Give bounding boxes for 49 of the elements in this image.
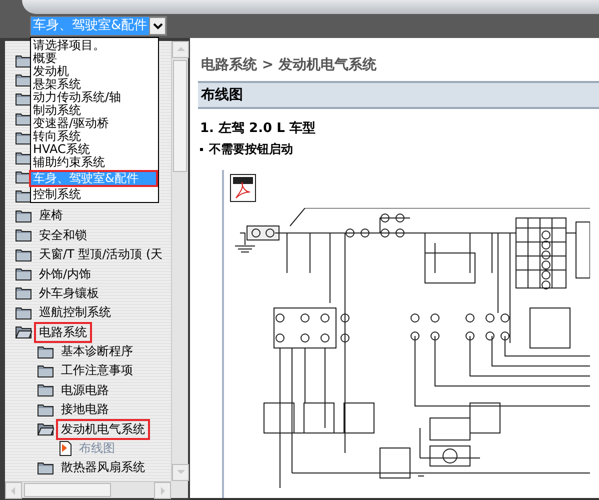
tree-item[interactable]: 电路系统 <box>34 322 92 343</box>
tree-item[interactable]: 基本诊断程序 <box>56 341 138 362</box>
folder-icon <box>15 73 32 88</box>
tree-item[interactable]: 外饰/内饰 <box>34 264 96 284</box>
dropdown-option[interactable]: 概要 <box>31 52 158 65</box>
scroll-right-button[interactable] <box>154 482 171 499</box>
heading: 1. 左驾 2.0 L 车型 <box>200 120 316 137</box>
dropdown-option[interactable]: 悬架系统 <box>31 78 158 91</box>
vertical-scrollbar[interactable] <box>171 41 188 481</box>
dropdown-option[interactable]: 发动机 <box>31 65 158 78</box>
chevron-down-icon <box>152 22 163 30</box>
scroll-down-button[interactable] <box>172 464 189 481</box>
section-title: 布线图 <box>198 81 599 109</box>
tree-item[interactable]: 座椅 <box>34 205 68 226</box>
folder-icon <box>15 150 32 165</box>
folder-icon <box>15 189 32 204</box>
dropdown-option[interactable]: 变速器/驱动桥 <box>31 117 158 130</box>
tree-item[interactable]: 外车身镶板 <box>34 282 104 304</box>
tree-item[interactable]: 安全和锁 <box>34 224 92 246</box>
dropdown-option[interactable]: 转向系统 <box>31 130 158 143</box>
horizontal-scrollbar[interactable] <box>5 481 171 498</box>
tree-item[interactable]: 天窗/T 型顶/活动顶 (天 <box>34 244 168 266</box>
tree-item[interactable]: 散热器风扇系统 <box>56 457 150 478</box>
tree-item[interactable]: 工作注意事项 <box>56 360 138 382</box>
bullet-icon <box>200 148 203 151</box>
tree-item[interactable]: 接地电路 <box>56 399 114 420</box>
dropdown-option[interactable]: 制动系统 <box>31 104 158 117</box>
scroll-up-button[interactable] <box>172 41 189 58</box>
scrollbar-thumb[interactable] <box>173 60 187 172</box>
breadcrumb: 电路系统 > 发动机电气系统 <box>201 56 378 74</box>
scroll-left-button[interactable] <box>5 482 22 499</box>
folder-icon <box>15 92 32 106</box>
folder-icon <box>15 131 32 146</box>
dropdown-button[interactable] <box>149 17 166 35</box>
tree-item[interactable]: 电源电路 <box>56 380 114 401</box>
pdf-icon[interactable] <box>230 174 256 202</box>
tree-item[interactable]: 发动机电气系统 <box>56 418 150 440</box>
folder-icon <box>15 54 32 68</box>
dropdown-option[interactable]: 动力传动系统/轴 <box>31 91 158 104</box>
scrollbar-thumb[interactable] <box>24 483 111 497</box>
dropdown-option[interactable]: 控制系统 <box>31 188 158 201</box>
bullet-text: 不需要按钮启动 <box>209 141 293 158</box>
dropdown-option[interactable]: 请选择项目。 <box>31 39 158 52</box>
tree-item[interactable]: 巡航控制系统 <box>34 302 116 324</box>
dropdown-option[interactable]: HVAC系统 <box>31 143 158 156</box>
document-icon <box>59 441 72 456</box>
folder-icon <box>15 112 32 126</box>
scrollbar-corner <box>171 481 188 498</box>
dropdown-option[interactable]: 辅助约束系统 <box>31 156 158 169</box>
